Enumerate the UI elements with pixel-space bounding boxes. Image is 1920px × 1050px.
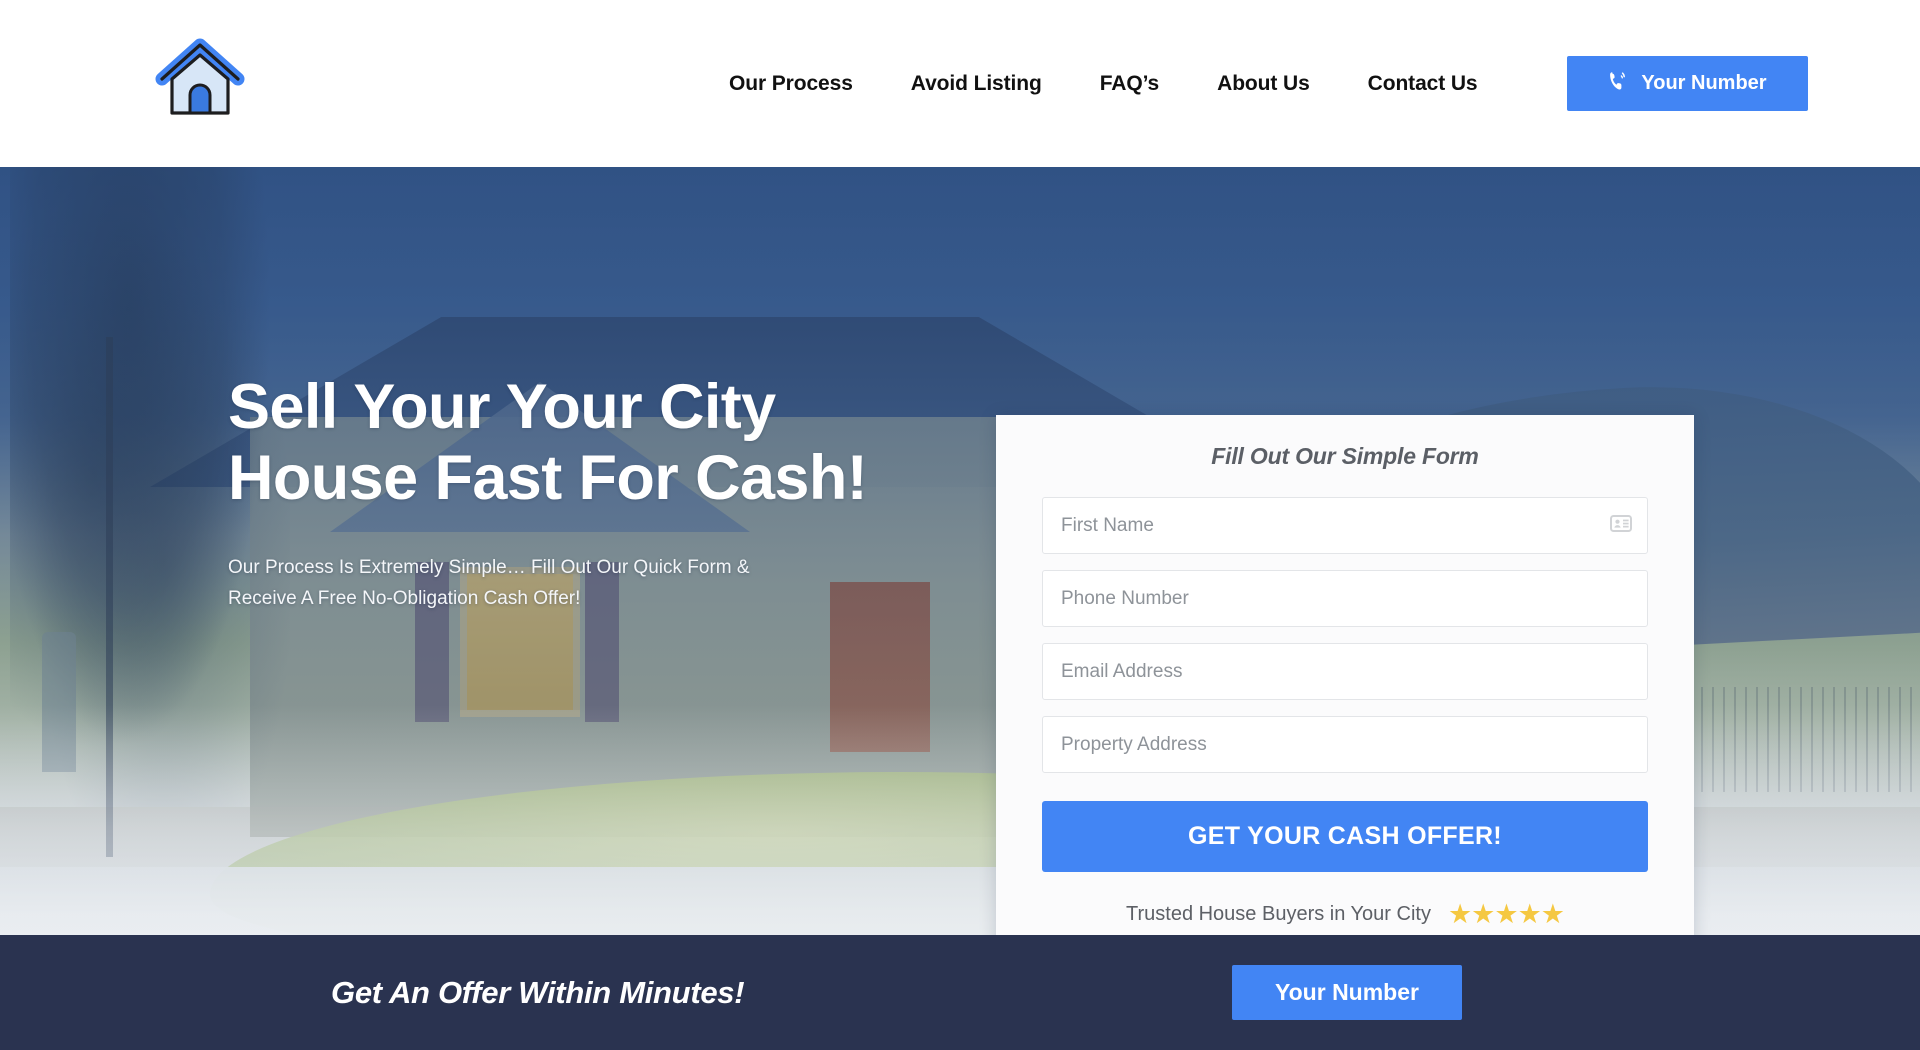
star-rating: ★★★★★ [1447, 899, 1565, 929]
landing-page: Our Process Avoid Listing FAQ’s About Us… [0, 0, 1920, 1050]
house-logo-svg [155, 38, 245, 115]
get-cash-offer-button[interactable]: GET YOUR CASH OFFER! [1042, 801, 1648, 872]
email-address-input[interactable] [1042, 643, 1648, 700]
email-address-field [1042, 643, 1648, 700]
nav-item-contact-us[interactable]: Contact Us [1339, 72, 1507, 96]
main-navigation: Our Process Avoid Listing FAQ’s About Us… [700, 0, 1507, 167]
first-name-input[interactable] [1042, 497, 1648, 554]
bottom-bar-text: Get An Offer Within Minutes! [331, 974, 745, 1010]
nav-item-avoid-listing[interactable]: Avoid Listing [882, 72, 1071, 96]
hero-section: Sell Your Your City House Fast For Cash!… [0, 167, 1920, 935]
header-cta-label: Your Number [1641, 72, 1767, 94]
property-address-input[interactable] [1042, 716, 1648, 773]
bottom-your-number-button[interactable]: Your Number [1232, 965, 1462, 1020]
property-address-field [1042, 716, 1648, 773]
form-title: Fill Out Our Simple Form [1211, 443, 1479, 469]
phone-icon [1608, 70, 1628, 97]
hero-title: Sell Your Your City House Fast For Cash! [228, 372, 868, 513]
hero-copy: Sell Your Your City House Fast For Cash!… [228, 372, 908, 615]
phone-number-field [1042, 570, 1648, 627]
hero-subtitle: Our Process Is Extremely Simple… Fill Ou… [228, 557, 750, 609]
phone-number-input[interactable] [1042, 570, 1648, 627]
house-logo-icon[interactable] [148, 34, 252, 126]
nav-item-our-process[interactable]: Our Process [700, 72, 882, 96]
nav-item-about-us[interactable]: About Us [1188, 72, 1339, 96]
header-your-number-button[interactable]: Your Number [1567, 56, 1808, 111]
site-header: Our Process Avoid Listing FAQ’s About Us… [0, 0, 1920, 167]
nav-item-faqs[interactable]: FAQ’s [1071, 72, 1188, 96]
bottom-cta-bar: Get An Offer Within Minutes! Your Number [0, 935, 1920, 1050]
first-name-field [1042, 497, 1648, 554]
trust-row: Trusted House Buyers in Your City ★★★★★ [1042, 901, 1648, 928]
trust-text: Trusted House Buyers in Your City [1126, 903, 1431, 925]
lead-capture-form: Fill Out Our Simple Form First Name Phon… [996, 415, 1694, 935]
